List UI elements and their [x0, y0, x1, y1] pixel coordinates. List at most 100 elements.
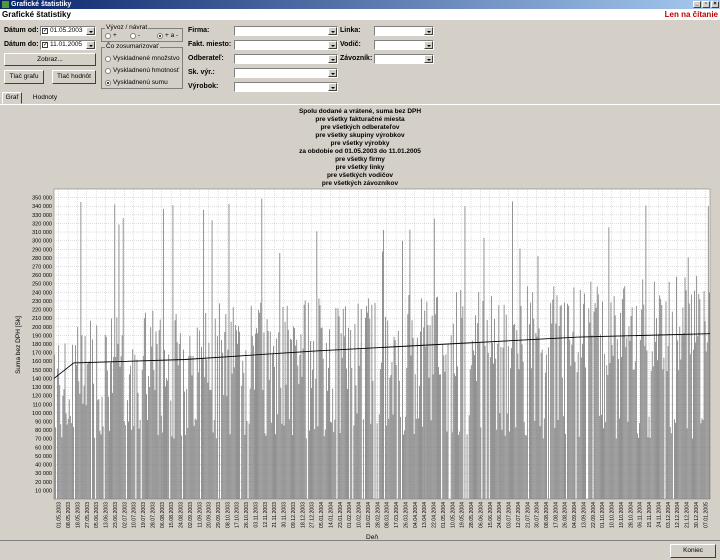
bar [385, 316, 387, 499]
y-tick-label: 10 000 [35, 488, 52, 494]
export-plus-radio[interactable] [105, 33, 111, 39]
bar [146, 394, 147, 499]
chevron-down-icon[interactable] [328, 69, 337, 77]
maximize-icon[interactable]: ▫ [702, 1, 710, 8]
tab-hodnoty[interactable]: Hodnoty [28, 93, 62, 104]
bar [629, 340, 631, 499]
linka-select[interactable] [374, 26, 434, 36]
zavoznik-select[interactable] [374, 54, 434, 64]
date-to-picker[interactable]: ✓ 11.01.2005 [40, 40, 96, 50]
sum-weight-radio[interactable] [105, 68, 111, 74]
chevron-down-icon[interactable] [328, 41, 337, 49]
bar [501, 429, 503, 499]
odberatel-label: Odberateľ: [188, 55, 224, 62]
bar [654, 341, 656, 499]
date-from-checkbox[interactable]: ✓ [42, 28, 48, 34]
close-icon[interactable]: × [711, 1, 719, 8]
minimize-icon[interactable]: _ [693, 1, 701, 8]
bar [437, 296, 438, 499]
bar [460, 290, 462, 499]
bar [548, 347, 549, 499]
chevron-down-icon[interactable] [86, 27, 95, 35]
bar [274, 366, 275, 499]
fakt-miesto-select[interactable] [234, 40, 338, 50]
bar [139, 419, 141, 499]
export-minus-radio[interactable] [130, 33, 136, 39]
app-title: Grafické štatistiky [2, 10, 71, 19]
chevron-down-icon[interactable] [424, 55, 433, 63]
print-chart-button[interactable]: Tlač grafu [4, 70, 44, 84]
bar [104, 334, 106, 499]
chevron-down-icon[interactable] [328, 83, 337, 91]
date-to-checkbox[interactable]: ✓ [42, 42, 48, 48]
chevron-down-icon[interactable] [328, 27, 337, 35]
bar [415, 418, 417, 499]
chart-panel: Spolu dodané a vrátené, suma bez DPH pre… [0, 104, 720, 541]
bar [383, 230, 384, 499]
tab-graf[interactable]: Graf [2, 92, 22, 104]
bar [569, 339, 571, 499]
print-values-button[interactable]: Tlač hodnôt [52, 70, 96, 84]
vyrobok-select[interactable] [234, 82, 338, 92]
bar [60, 424, 62, 499]
x-tick-label: 06.08.2003 [160, 502, 166, 528]
y-tick-label: 170 000 [32, 351, 52, 357]
bar [594, 303, 596, 499]
bar [515, 427, 517, 499]
sk-vyr-select[interactable] [234, 68, 338, 78]
bar [239, 331, 241, 499]
bar [489, 357, 491, 499]
bar [656, 318, 657, 499]
bar [490, 295, 492, 499]
bar [620, 312, 621, 499]
bar [425, 346, 427, 499]
chevron-down-icon[interactable] [424, 41, 433, 49]
sk-vyr-label: Sk. výr.: [188, 69, 215, 76]
bar [616, 339, 618, 499]
bar [334, 419, 336, 499]
sum-amount-radio[interactable] [105, 80, 111, 86]
bar [434, 314, 436, 499]
bar [110, 362, 111, 499]
show-button[interactable]: Zobraz... [4, 53, 96, 66]
bar [332, 388, 334, 499]
bar [513, 324, 515, 499]
bar [705, 351, 707, 499]
close-button[interactable]: Koniec [670, 544, 716, 558]
bar [342, 308, 344, 499]
chevron-down-icon[interactable] [86, 41, 95, 49]
export-both-radio[interactable] [157, 33, 163, 39]
bar [93, 383, 94, 499]
bar [175, 313, 177, 499]
bar [296, 339, 298, 499]
bar [330, 422, 332, 499]
bar [560, 304, 562, 499]
bar [270, 422, 272, 499]
bar [207, 382, 209, 499]
bar [155, 331, 157, 499]
x-tick-label: 17.03.2004 [394, 502, 400, 528]
x-tick-label: 19.05.2004 [460, 502, 466, 528]
x-tick-label: 26.03.2004 [403, 502, 409, 528]
bar [452, 323, 454, 499]
bar [335, 307, 337, 499]
sum-quantity-radio[interactable] [105, 56, 111, 62]
bar [197, 372, 199, 499]
bar [376, 423, 378, 499]
bar [295, 345, 297, 499]
vodic-select[interactable] [374, 40, 434, 50]
x-tick-label: 09.12.2003 [291, 502, 297, 528]
date-from-picker[interactable]: ✓ 01.05.2003 [40, 26, 96, 36]
bar [325, 343, 327, 499]
bar [167, 380, 169, 499]
chevron-down-icon[interactable] [328, 55, 337, 63]
bar [573, 287, 575, 499]
firma-select[interactable] [234, 26, 338, 36]
bar [644, 345, 646, 499]
bar [686, 428, 688, 499]
bar [667, 346, 669, 499]
bar [307, 302, 309, 499]
odberatel-select[interactable] [234, 54, 338, 64]
bar [214, 318, 216, 499]
chevron-down-icon[interactable] [424, 27, 433, 35]
